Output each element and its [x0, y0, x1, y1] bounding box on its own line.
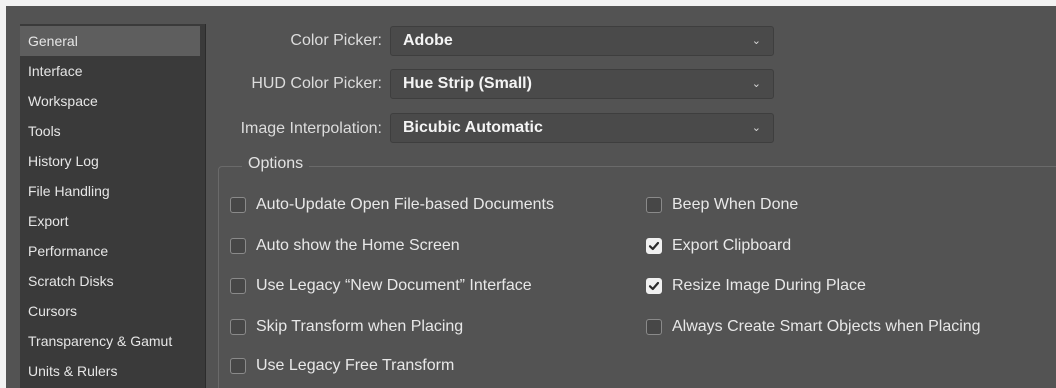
checkbox-label: Beep When Done [672, 196, 799, 213]
checkbox-label: Auto show the Home Screen [256, 237, 460, 254]
checkbox-box[interactable] [230, 238, 246, 254]
chevron-down-icon: ⌄ [751, 35, 761, 47]
checkbox-label: Export Clipboard [672, 237, 792, 254]
auto-update-documents-checkbox[interactable]: Auto-Update Open File-based Documents [230, 193, 554, 217]
checkbox-label: Resize Image During Place [672, 277, 866, 294]
general-settings-panel: Color Picker: Adobe ⌄ HUD Color Picker: … [206, 6, 1056, 388]
checkbox-box[interactable] [646, 238, 662, 254]
sidebar-item-interface[interactable]: Interface [20, 56, 200, 86]
image-interpolation-label: Image Interpolation: [240, 120, 382, 137]
sidebar-item-workspace[interactable]: Workspace [20, 86, 200, 116]
sidebar-item-tools[interactable]: Tools [20, 116, 200, 146]
checkbox-box[interactable] [230, 197, 246, 213]
chevron-down-icon: ⌄ [751, 122, 761, 134]
sidebar-item-performance[interactable]: Performance [20, 236, 200, 266]
skip-transform-placing-checkbox[interactable]: Skip Transform when Placing [230, 315, 463, 339]
sidebar-item-units-rulers[interactable]: Units & Rulers [20, 356, 200, 386]
hud-color-picker-label: HUD Color Picker: [251, 75, 382, 92]
checkbox-box[interactable] [230, 278, 246, 294]
color-picker-select[interactable]: Adobe ⌄ [390, 26, 774, 56]
preferences-window: General Interface Workspace Tools Histor… [0, 0, 1056, 388]
beep-when-done-checkbox[interactable]: Beep When Done [646, 193, 798, 217]
sidebar-item-scratch-disks[interactable]: Scratch Disks [20, 266, 200, 296]
sidebar-item-file-handling[interactable]: File Handling [20, 176, 200, 206]
image-interpolation-select[interactable]: Bicubic Automatic ⌄ [390, 113, 774, 143]
sidebar-item-cursors[interactable]: Cursors [20, 296, 200, 326]
sidebar-item-export[interactable]: Export [20, 206, 200, 236]
image-interpolation-value: Bicubic Automatic [403, 119, 543, 136]
checkbox-box[interactable] [646, 319, 662, 335]
checkmark-icon [648, 281, 660, 291]
always-create-smart-objects-checkbox[interactable]: Always Create Smart Objects when Placing [646, 315, 981, 339]
checkbox-label: Skip Transform when Placing [256, 318, 464, 335]
legacy-free-transform-checkbox[interactable]: Use Legacy Free Transform [230, 354, 454, 378]
checkbox-box[interactable] [230, 319, 246, 335]
auto-show-home-screen-checkbox[interactable]: Auto show the Home Screen [230, 234, 460, 258]
options-group-title: Options [242, 155, 310, 173]
hud-color-picker-value: Hue Strip (Small) [403, 75, 532, 92]
checkbox-label: Auto-Update Open File-based Documents [256, 196, 554, 213]
sidebar-item-transparency-gamut[interactable]: Transparency & Gamut [20, 326, 200, 356]
checkbox-label: Use Legacy Free Transform [256, 357, 455, 374]
legacy-new-document-checkbox[interactable]: Use Legacy “New Document” Interface [230, 274, 532, 298]
preferences-sidebar: General Interface Workspace Tools Histor… [20, 24, 206, 388]
export-clipboard-checkbox[interactable]: Export Clipboard [646, 234, 791, 258]
checkmark-icon [648, 241, 660, 251]
checkbox-box[interactable] [230, 358, 246, 374]
sidebar-item-history-log[interactable]: History Log [20, 146, 200, 176]
checkbox-label: Always Create Smart Objects when Placing [672, 318, 981, 335]
hud-color-picker-select[interactable]: Hue Strip (Small) ⌄ [390, 69, 774, 99]
color-picker-value: Adobe [403, 32, 453, 49]
color-picker-label: Color Picker: [290, 32, 382, 49]
checkbox-label: Use Legacy “New Document” Interface [256, 277, 532, 294]
checkbox-box[interactable] [646, 197, 662, 213]
checkbox-box[interactable] [646, 278, 662, 294]
resize-image-during-place-checkbox[interactable]: Resize Image During Place [646, 274, 866, 298]
chevron-down-icon: ⌄ [751, 78, 761, 90]
sidebar-item-general[interactable]: General [20, 26, 200, 56]
